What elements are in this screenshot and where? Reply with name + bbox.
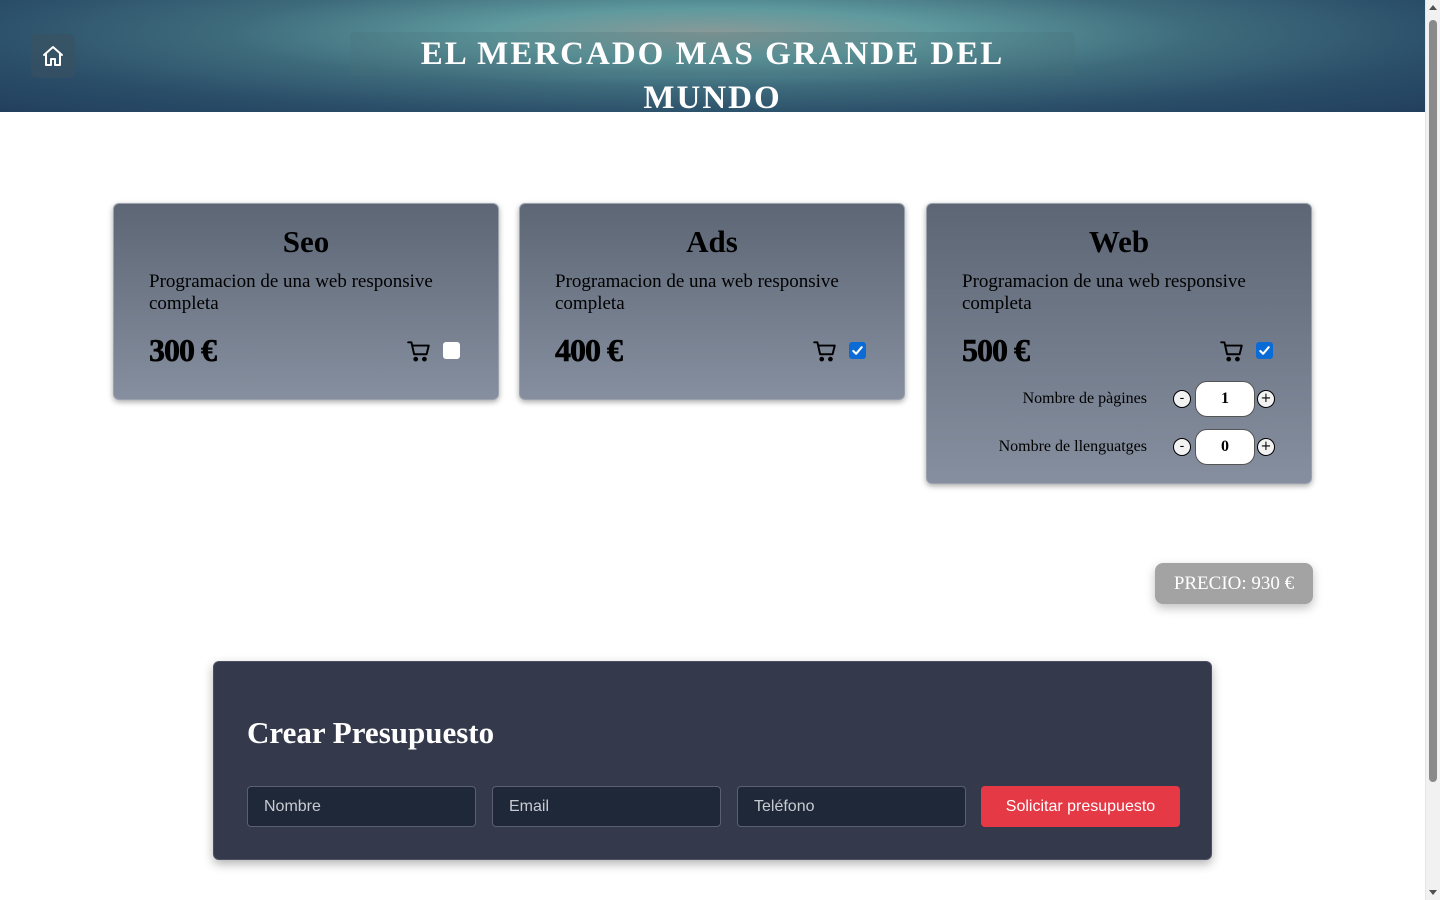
checkmark-icon: [1259, 346, 1270, 355]
phone-input[interactable]: [737, 786, 966, 827]
header-banner: EL MERCADO MAS GRANDE DEL MUNDO: [0, 0, 1425, 116]
service-title: Ads: [686, 224, 738, 259]
service-price: 400 €: [555, 332, 624, 369]
home-button[interactable]: [31, 34, 75, 78]
cart-icon: [813, 341, 836, 362]
service-card-ads: Ads Programacion de una web responsive c…: [519, 203, 905, 400]
vertical-scrollbar[interactable]: [1425, 0, 1440, 900]
total-price-badge: PRECIO: 930 €: [1155, 563, 1313, 604]
cart-icon: [1220, 341, 1243, 362]
budget-form-title: Crear Presupuesto: [247, 715, 495, 750]
pages-label: Nombre de pàgines: [1022, 390, 1147, 407]
cart-icon: [407, 341, 430, 362]
service-description: Programacion de una web responsive compl…: [149, 271, 433, 314]
service-title: Seo: [282, 224, 330, 259]
languages-input[interactable]: 0: [1195, 429, 1255, 465]
service-price: 300 €: [149, 332, 218, 369]
service-card-web: Web Programacion de una web responsive c…: [926, 203, 1312, 484]
languages-decrement-button[interactable]: -: [1173, 438, 1191, 456]
pages-input[interactable]: 1: [1195, 381, 1255, 417]
name-input[interactable]: [247, 786, 476, 827]
service-price: 500 €: [962, 332, 1031, 369]
service-checkbox-web[interactable]: [1256, 342, 1273, 359]
home-icon: [43, 46, 63, 66]
languages-label: Nombre de llenguatges: [998, 438, 1147, 455]
languages-increment-button[interactable]: +: [1257, 438, 1275, 456]
scroll-up-arrow-icon[interactable]: [1429, 5, 1437, 10]
pages-increment-button[interactable]: +: [1257, 390, 1275, 408]
service-title: Web: [1088, 224, 1150, 259]
scroll-down-arrow-icon[interactable]: [1429, 890, 1437, 895]
checkmark-icon: [852, 346, 863, 355]
site-title: EL MERCADO MAS GRANDE DEL MUNDO: [350, 32, 1075, 116]
service-card-seo: Seo Programacion de una web responsive c…: [113, 203, 499, 400]
service-description: Programacion de una web responsive compl…: [962, 271, 1246, 314]
service-checkbox-seo[interactable]: [443, 342, 460, 359]
service-description: Programacion de una web responsive compl…: [555, 271, 839, 314]
pages-decrement-button[interactable]: -: [1173, 390, 1191, 408]
email-input[interactable]: [492, 786, 721, 827]
scroll-thumb[interactable]: [1429, 20, 1437, 782]
request-budget-button[interactable]: Solicitar presupuesto: [981, 786, 1180, 827]
page: EL MERCADO MAS GRANDE DEL MUNDO Seo Prog…: [0, 0, 1425, 900]
budget-form: Crear Presupuesto Solicitar presupuesto: [213, 661, 1212, 860]
service-checkbox-ads[interactable]: [849, 342, 866, 359]
